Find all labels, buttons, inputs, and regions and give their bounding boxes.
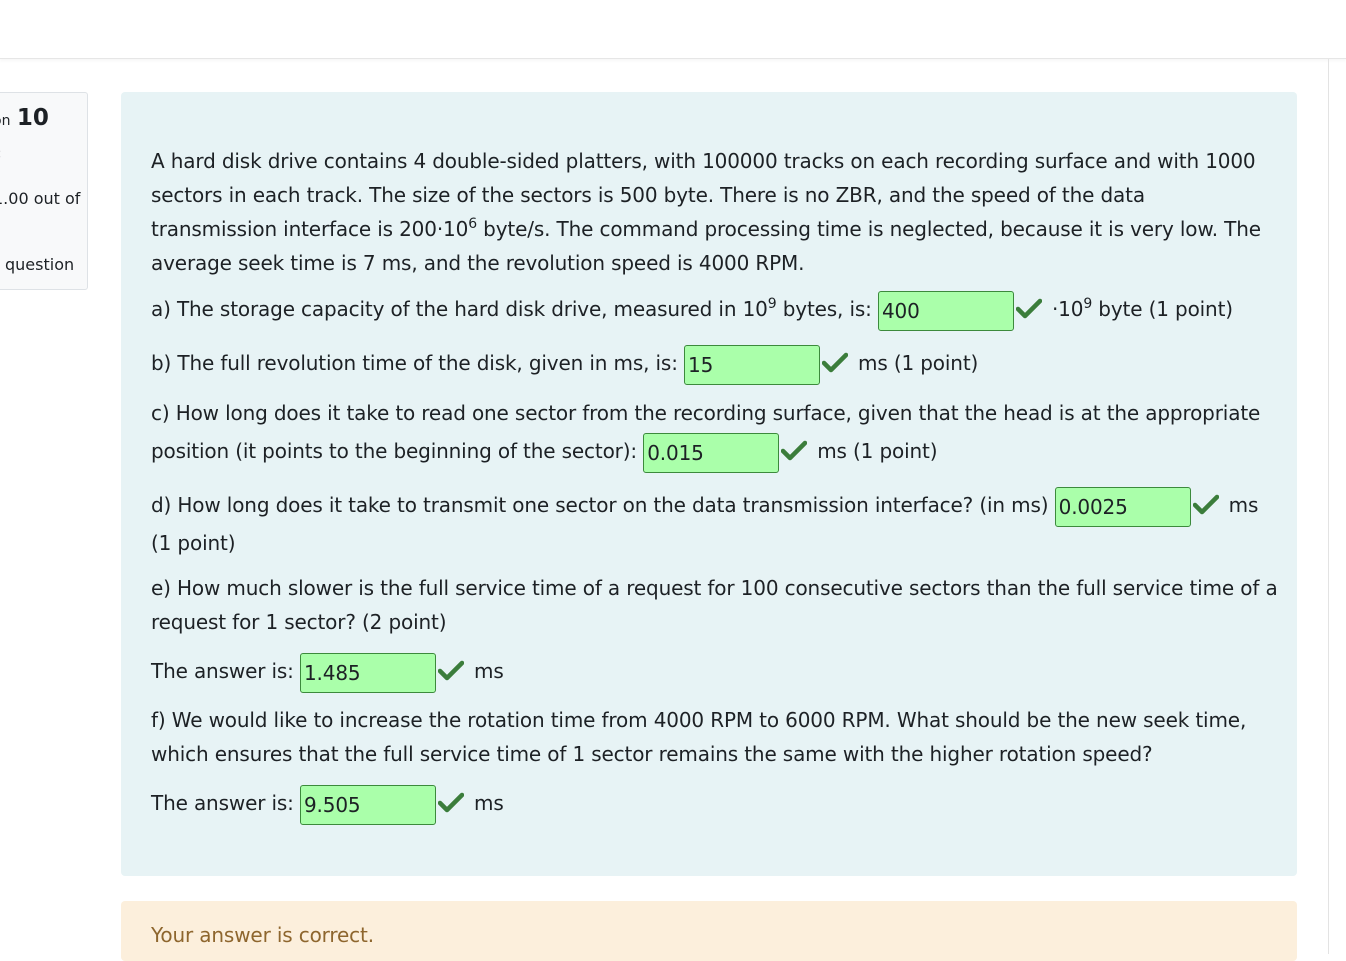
- check-icon: [437, 660, 464, 680]
- check-icon: [822, 352, 849, 372]
- check-icon: [437, 792, 464, 812]
- part-e-line1: e) How much slower is the full service t…: [151, 576, 1278, 600]
- check-icon: [781, 440, 808, 460]
- answer-input-e[interactable]: 1.485: [299, 652, 436, 693]
- feedback-panel: Your answer is correct.: [121, 901, 1297, 961]
- answer-input-a[interactable]: 400: [877, 290, 1014, 331]
- question-text: A hard disk drive contains 4 double-side…: [151, 149, 1261, 275]
- part-c-line1: c) How long does it take to read one sec…: [151, 401, 1261, 425]
- answer-input-f[interactable]: 9.505: [299, 784, 436, 825]
- question-grade: 1.00 out of: [0, 189, 81, 208]
- flag-question-link[interactable]: question: [5, 255, 74, 274]
- part-e: The answer is: 1.485 ms: [151, 652, 504, 693]
- question-formulation: A hard disk drive contains 4 double-side…: [121, 92, 1297, 876]
- check-icon: [1015, 298, 1042, 318]
- part-e-line2: request for 1 sector? (2 point): [151, 610, 447, 634]
- top-navbar: [0, 0, 1346, 59]
- part-f: The answer is: 9.505 ms: [151, 784, 504, 825]
- part-d-line2: (1 point): [151, 531, 236, 555]
- answer-input-c[interactable]: 0.015: [643, 432, 780, 473]
- drawer-divider: [1328, 59, 1329, 954]
- part-f-line1: f) We would like to increase the rotatio…: [151, 708, 1247, 732]
- answer-input-d[interactable]: 0.0025: [1054, 486, 1191, 527]
- part-d: d) How long does it take to transmit one…: [151, 486, 1258, 527]
- part-f-line2: which ensures that the full service time…: [151, 742, 1153, 766]
- question-info-panel: on 10 C 1.00 out of question: [0, 92, 88, 290]
- question-state: C: [0, 148, 1, 161]
- check-icon: [1192, 494, 1219, 514]
- part-b: b) The full revolution time of the disk,…: [151, 344, 978, 385]
- question-number: on 10: [0, 105, 49, 131]
- part-a: a) The storage capacity of the hard disk…: [151, 290, 1233, 331]
- answer-input-b[interactable]: 15: [684, 344, 821, 385]
- feedback-text: Your answer is correct.: [151, 923, 374, 947]
- part-c: position (it points to the beginning of …: [151, 432, 938, 473]
